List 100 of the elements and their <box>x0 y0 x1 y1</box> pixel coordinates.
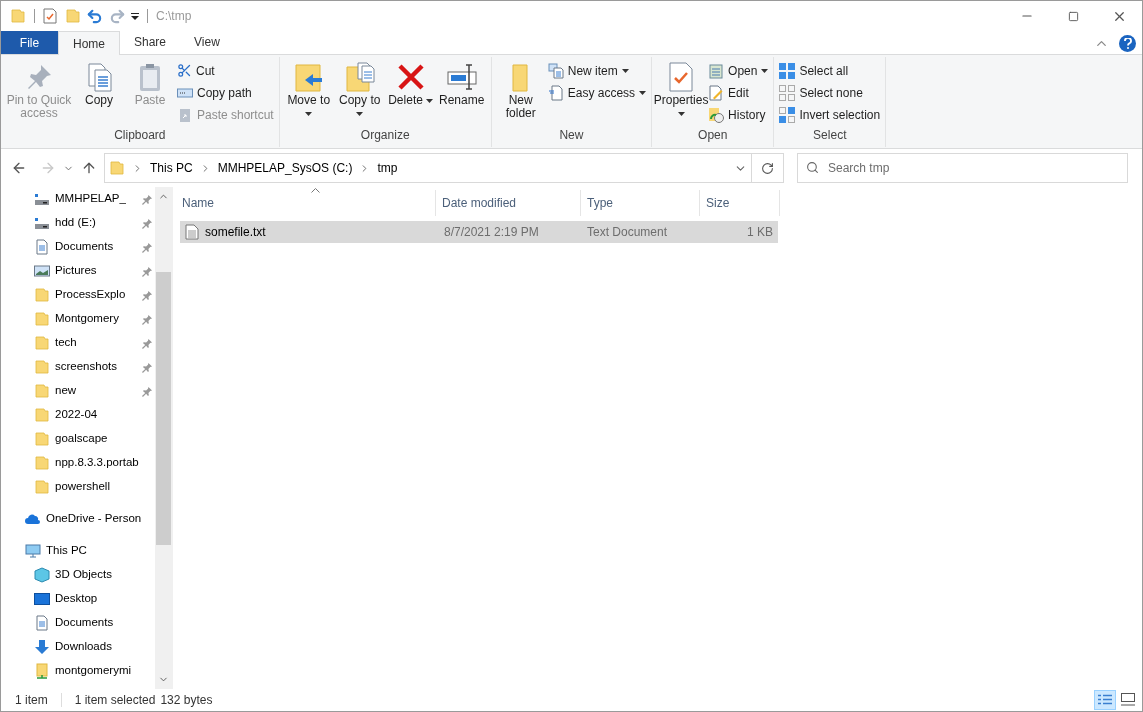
back-button[interactable] <box>11 160 27 176</box>
folder-icon <box>34 431 50 447</box>
nav-item[interactable]: hdd (E:) <box>1 211 155 235</box>
nav-item[interactable]: goalscape <box>1 427 155 451</box>
column-header[interactable]: Name <box>176 190 436 216</box>
scissors-icon <box>177 63 192 78</box>
breadcrumb[interactable]: This PC <box>150 159 193 177</box>
file-tab[interactable]: File <box>1 31 58 54</box>
details-view-icon <box>1098 694 1112 706</box>
nav-item[interactable]: Montgomery <box>1 307 155 331</box>
up-button[interactable] <box>81 160 97 176</box>
folder-icon <box>65 8 81 24</box>
ribbon-button[interactable]: Copy path <box>177 84 274 101</box>
folder-icon <box>34 407 50 423</box>
breadcrumb[interactable]: MMHPELAP_SysOS (C:) <box>217 159 353 177</box>
ribbon-button[interactable]: Open <box>708 62 769 79</box>
document-icon <box>34 239 50 255</box>
customize-button[interactable] <box>131 12 139 20</box>
pin-icon <box>142 265 153 277</box>
nav-item[interactable]: npp.8.3.3.portab <box>1 451 155 475</box>
nav-item[interactable]: new <box>1 379 155 403</box>
cube-icon <box>34 567 50 583</box>
nav-item[interactable]: Downloads <box>1 635 155 659</box>
picture-icon <box>34 263 50 279</box>
status-text: 1 item selected <box>74 692 156 709</box>
maximize-icon <box>1067 10 1079 22</box>
nav-item[interactable]: screenshots <box>1 355 155 379</box>
folder-pages-icon <box>343 61 376 93</box>
nav-item[interactable]: montgomerymi <box>1 659 155 683</box>
folder-icon <box>34 359 50 375</box>
nav-item[interactable]: MMHPELAP_ <box>1 187 155 211</box>
ribbon-button[interactable]: Move to <box>284 60 333 120</box>
search-field[interactable]: Search tmp <box>797 153 1128 183</box>
scrollbar-thumb[interactable] <box>156 272 171 545</box>
refresh-icon <box>761 161 774 175</box>
ribbon-button[interactable]: Select none <box>779 84 881 101</box>
status-text: 1 item <box>15 692 48 709</box>
back-arrow-icon <box>11 160 27 176</box>
ribbon-tab[interactable]: Home <box>58 31 120 55</box>
nav-item[interactable]: 2022-04 <box>1 403 155 427</box>
properties-button[interactable] <box>43 8 57 24</box>
ribbon-button[interactable]: Select all <box>779 62 881 79</box>
nav-item[interactable]: Documents <box>1 235 155 259</box>
ribbon-button[interactable]: Rename <box>437 60 486 107</box>
ribbon-button[interactable]: Invert selection <box>779 106 881 123</box>
nav-item[interactable]: ProcessExplo <box>1 283 155 307</box>
undo-icon <box>86 7 103 25</box>
ribbon-button[interactable]: New item <box>547 62 647 79</box>
folder-icon <box>34 455 50 471</box>
size-cell-text: 1 KB <box>746 224 774 241</box>
ribbon-button[interactable]: Easy access <box>547 84 647 101</box>
breadcrumb[interactable]: tmp <box>377 159 398 177</box>
caret-icon <box>639 90 647 95</box>
pin-icon <box>142 361 153 373</box>
undo-button[interactable] <box>86 7 103 25</box>
help-button[interactable] <box>1119 35 1136 52</box>
ribbon-tab[interactable]: View <box>180 30 234 54</box>
ribbon-button[interactable]: Cut <box>177 62 274 79</box>
monitor-icon <box>25 543 41 559</box>
folder-icon <box>109 160 125 176</box>
large-icons-view-icon <box>1121 693 1135 707</box>
folder-icon <box>34 479 50 495</box>
redo-button[interactable] <box>109 7 126 25</box>
address-field[interactable]: This PC MMHPELAP_SysOS (C:) tmp <box>104 153 784 183</box>
ribbon-button[interactable]: Copy <box>75 60 123 107</box>
folder-icon <box>34 311 50 327</box>
new-item-icon <box>547 62 564 79</box>
ribbon-button[interactable]: History <box>708 106 769 123</box>
down-arrow-icon <box>34 639 50 655</box>
ribbon-button[interactable]: Copy to <box>335 60 384 120</box>
nav-item[interactable]: Pictures <box>1 259 155 283</box>
text-file-icon <box>185 224 199 240</box>
nav-item[interactable]: 3D Objects <box>1 563 155 587</box>
column-header[interactable]: Size <box>700 190 780 216</box>
pencil-page-icon <box>708 84 725 101</box>
nav-item[interactable]: OneDrive - Person <box>1 507 155 531</box>
group-label: New <box>559 127 584 144</box>
nav-item[interactable]: Desktop <box>1 587 155 611</box>
group-label: Select <box>813 127 847 144</box>
nav-item[interactable]: tech <box>1 331 155 355</box>
ribbon-button[interactable]: Edit <box>708 84 769 101</box>
page-icon <box>547 84 564 101</box>
ribbon-button[interactable]: New folder <box>496 60 545 120</box>
ribbon-button[interactable]: Delete <box>386 60 435 107</box>
caret-icon <box>131 12 139 20</box>
column-header[interactable]: Type <box>581 190 700 216</box>
caret-icon <box>426 98 434 103</box>
pin-icon <box>142 385 153 397</box>
file-row[interactable]: somefile.txt 8/7/2021 2:19 PM Text Document 1 KB <box>180 221 778 243</box>
ribbon-tab[interactable]: Share <box>120 30 181 54</box>
folder-icon <box>10 8 26 24</box>
column-header[interactable]: Date modified <box>436 190 581 216</box>
clipboard-shortcut-icon <box>177 106 193 123</box>
nav-item[interactable]: powershell <box>1 475 155 499</box>
nav-item[interactable]: This PC <box>1 539 155 563</box>
view-button[interactable] <box>1094 690 1116 710</box>
nav-item[interactable]: Documents <box>1 611 155 635</box>
caret-icon <box>356 111 364 116</box>
drive-icon <box>34 215 50 231</box>
date-modified-cell-text: 8/7/2021 2:19 PM <box>443 224 540 241</box>
